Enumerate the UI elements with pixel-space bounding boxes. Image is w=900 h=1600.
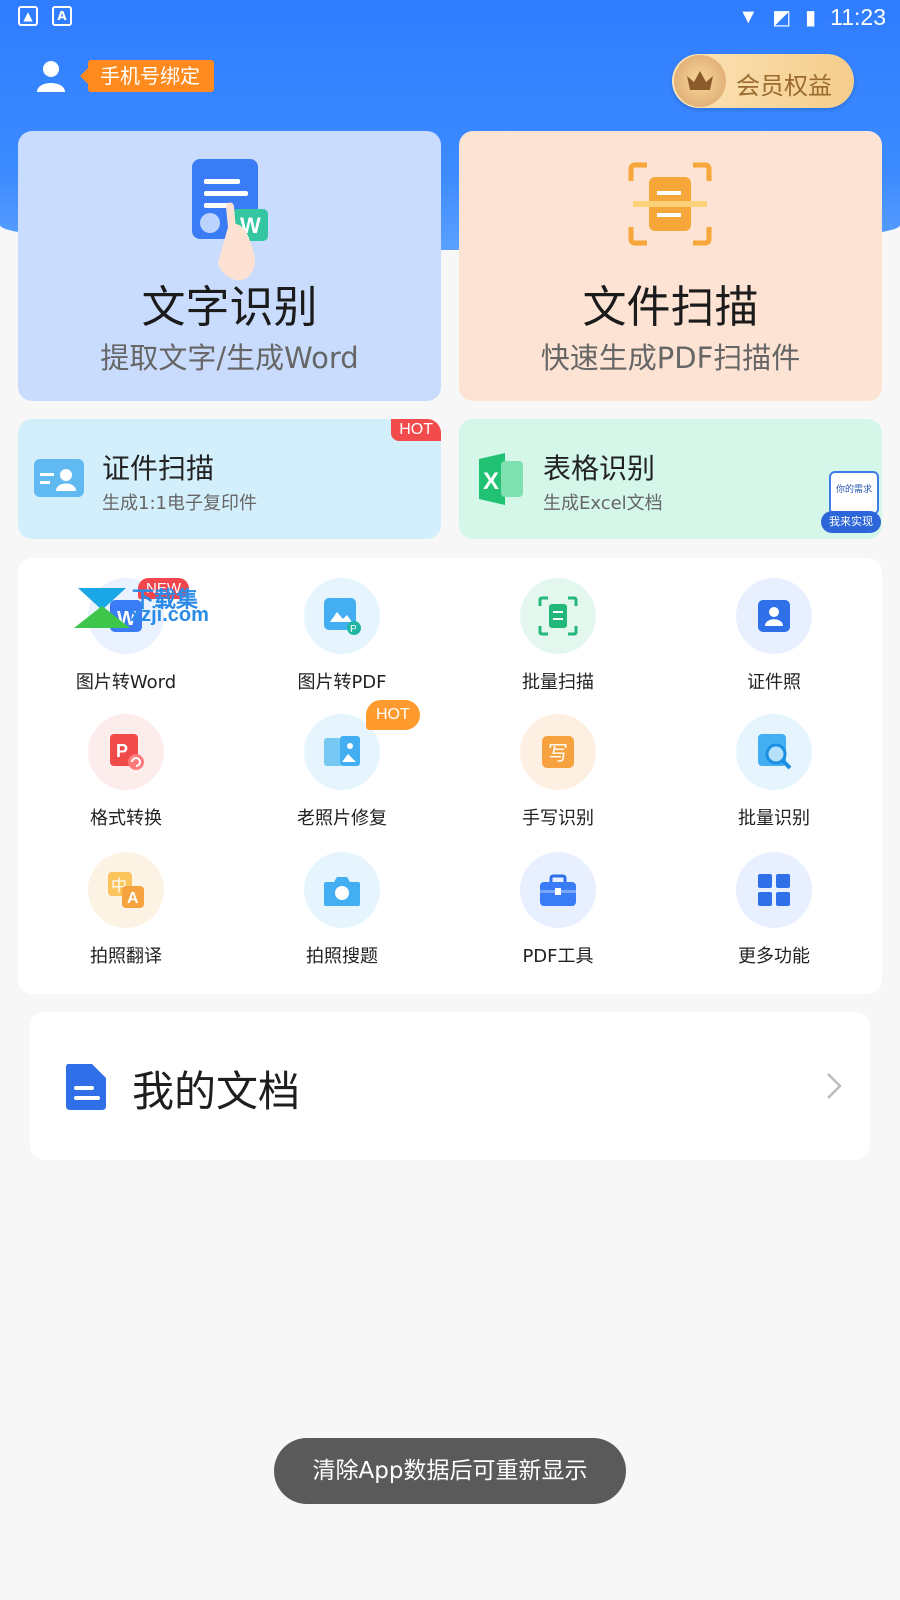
tool-format-convert[interactable]: P 格式转换 xyxy=(18,694,234,829)
wifi-icon: ▼ xyxy=(738,6,759,28)
tool-pdf-tools[interactable]: PDF工具 xyxy=(450,832,666,967)
excel-icon: X xyxy=(479,453,523,505)
text-recognition-card[interactable]: W 文字识别 提取文字/生成Word xyxy=(18,131,441,401)
watermark-url: xzji.com xyxy=(130,604,209,626)
camera-icon xyxy=(304,852,380,928)
translate-icon: 中A xyxy=(88,852,164,928)
my-documents-row[interactable]: 我的文档 xyxy=(30,1012,870,1160)
card-subtitle: 快速生成PDF扫描件 xyxy=(540,341,801,375)
svg-text:P: P xyxy=(116,741,128,761)
tool-photo-translate[interactable]: 中A 拍照翻译 xyxy=(18,832,234,967)
svg-text:写: 写 xyxy=(548,741,568,765)
svg-text:A: A xyxy=(127,890,139,907)
vip-label: 会员权益 xyxy=(736,72,832,100)
scan-frame-icon xyxy=(628,162,712,246)
crown-icon xyxy=(674,55,726,107)
bind-phone-button[interactable]: 手机号绑定 xyxy=(80,60,214,92)
tool-photo-search[interactable]: 拍照搜题 xyxy=(234,832,450,967)
watermark-logo-icon xyxy=(74,588,130,628)
tool-id-photo[interactable]: 证件照 xyxy=(666,558,882,693)
watermark: 下载集 xzji.com xyxy=(72,584,222,630)
id-photo-icon xyxy=(736,578,812,654)
grid-icon xyxy=(736,852,812,928)
no-signal-icon: ◩ xyxy=(772,7,792,29)
tool-label: 手写识别 xyxy=(522,808,594,829)
battery-icon: ▮ xyxy=(805,7,817,29)
tool-label: 格式转换 xyxy=(90,808,162,829)
card-title: 证件扫描 xyxy=(102,452,215,485)
tool-image-to-pdf[interactable]: P 图片转PDF xyxy=(234,558,450,693)
font-icon: A xyxy=(52,6,72,26)
feedback-note: 你的需求 xyxy=(829,471,879,515)
card-subtitle: 生成Excel文档 xyxy=(543,493,663,514)
hot-badge: HOT xyxy=(391,419,441,441)
status-time: 11:23 xyxy=(830,4,886,30)
tool-more[interactable]: 更多功能 xyxy=(666,832,882,967)
tool-label: 拍照搜题 xyxy=(306,946,378,967)
document-icon xyxy=(66,1064,106,1110)
tool-batch-recognize[interactable]: 批量识别 xyxy=(666,694,882,829)
user-icon[interactable] xyxy=(36,60,66,92)
svg-text:X: X xyxy=(483,468,499,495)
feedback-float-button[interactable]: 你的需求 我来实现 xyxy=(821,469,881,535)
image-pdf-icon: P xyxy=(304,578,380,654)
briefcase-icon xyxy=(520,852,596,928)
toast-message: 清除App数据后可重新显示 xyxy=(274,1438,626,1504)
id-card-icon xyxy=(34,459,84,497)
tool-photo-restore[interactable]: HOT 老照片修复 xyxy=(234,694,450,829)
document-word-icon: W xyxy=(192,159,268,281)
batch-recognize-icon xyxy=(736,714,812,790)
tool-label: 更多功能 xyxy=(738,946,810,967)
card-title: 文字识别 xyxy=(141,282,318,333)
card-title: 表格识别 xyxy=(543,452,656,485)
gallery-icon: ▲ xyxy=(18,6,38,26)
status-bar: ▲ A ▼ ◩ ▮ 11:23 xyxy=(0,0,900,36)
tool-batch-scan[interactable]: 批量扫描 xyxy=(450,558,666,693)
chevron-right-icon xyxy=(827,1073,842,1099)
format-convert-icon: P xyxy=(88,714,164,790)
vip-benefits-button[interactable]: 会员权益 xyxy=(672,54,854,108)
tool-handwriting[interactable]: 写 手写识别 xyxy=(450,694,666,829)
tool-label: 图片转Word xyxy=(75,672,177,693)
tool-label: 批量扫描 xyxy=(522,672,594,693)
card-subtitle: 生成1:1电子复印件 xyxy=(102,493,257,514)
tool-label: 老照片修复 xyxy=(297,808,387,829)
file-scan-card[interactable]: 文件扫描 快速生成PDF扫描件 xyxy=(459,131,882,401)
tool-label: 拍照翻译 xyxy=(90,946,162,967)
handwriting-icon: 写 xyxy=(520,714,596,790)
my-documents-title: 我的文档 xyxy=(132,1067,301,1116)
id-scan-card[interactable]: 证件扫描 生成1:1电子复印件 HOT xyxy=(18,419,441,539)
card-subtitle: 提取文字/生成Word xyxy=(100,341,359,375)
card-title: 文件扫描 xyxy=(582,282,759,333)
feedback-label: 我来实现 xyxy=(821,511,881,533)
batch-scan-icon xyxy=(520,578,596,654)
hot-badge: HOT xyxy=(366,700,420,730)
table-recognition-card[interactable]: X 表格识别 生成Excel文档 你的需求 我来实现 xyxy=(459,419,882,539)
tool-label: 证件照 xyxy=(747,672,801,693)
tool-label: 批量识别 xyxy=(738,808,810,829)
tool-label: 图片转PDF xyxy=(297,672,387,693)
tool-label: PDF工具 xyxy=(522,946,594,967)
svg-text:P: P xyxy=(350,624,357,635)
